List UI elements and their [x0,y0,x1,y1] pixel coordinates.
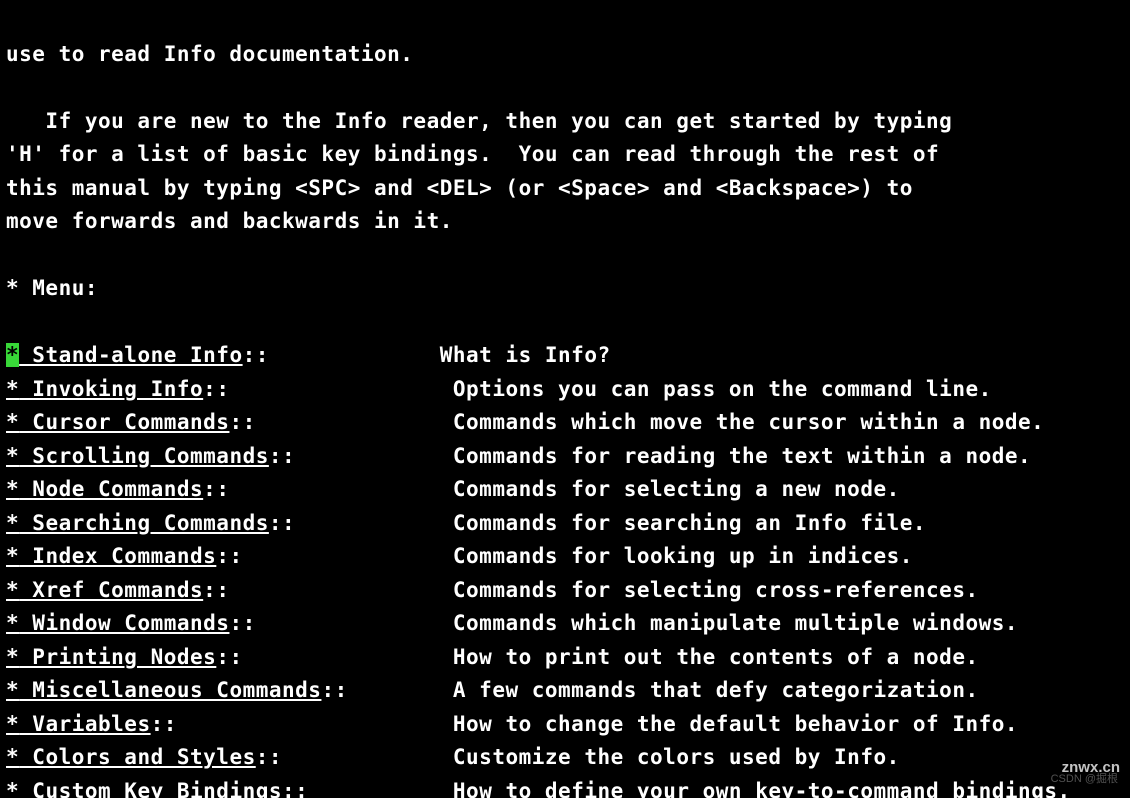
menu-item-description: Commands for selecting a new node. [453,477,900,501]
menu-item-description: Commands which manipulate multiple windo… [453,611,1018,635]
menu-bullet: * [6,678,19,702]
menu-item[interactable]: * Scrolling Commands:: Commands for read… [6,440,1124,474]
menu-item-suffix: :: [229,410,452,434]
menu-bullet: * [6,544,19,568]
menu-item[interactable]: * Printing Nodes:: How to print out the … [6,641,1124,675]
watermark-sub: CSDN @掘根 [1051,763,1118,797]
menu-item-suffix: :: [321,678,452,702]
menu-item-description: Commands for looking up in indices. [453,544,913,568]
menu-item-description: Commands for reading the text within a n… [453,444,1031,468]
menu-item-description: Commands for selecting cross-references. [453,578,979,602]
menu-item-label: Node Commands [19,477,203,501]
menu-item-description: Commands for searching an Info file. [453,511,926,535]
menu-item-label: Window Commands [19,611,229,635]
menu-item-label: Cursor Commands [19,410,229,434]
menu-item-label: Custom Key Bindings [19,779,282,798]
menu-bullet: * [6,444,19,468]
menu-item-description: Options you can pass on the command line… [453,377,992,401]
menu-item-suffix: :: [269,511,453,535]
menu-bullet: * [6,410,19,434]
menu-item[interactable]: * Node Commands:: Commands for selecting… [6,473,1124,507]
menu-item-suffix: :: [243,343,440,367]
menu-item[interactable]: * Colors and Styles:: Customize the colo… [6,741,1124,775]
menu-item-suffix: :: [229,611,452,635]
menu-item[interactable]: * Cursor Commands:: Commands which move … [6,406,1124,440]
menu-item[interactable]: * Custom Key Bindings:: How to define yo… [6,775,1124,798]
menu-item-description: Commands which move the cursor within a … [453,410,1044,434]
menu-item-label: Invoking Info [19,377,203,401]
menu-item-suffix: :: [203,377,453,401]
menu-item-label: Xref Commands [19,578,203,602]
menu-item-description: What is Info? [440,343,611,367]
menu-bullet: * [6,745,19,769]
menu-list: * Stand-alone Info:: What is Info?* Invo… [6,339,1124,798]
menu-item-label: Colors and Styles [19,745,256,769]
menu-item-label: Index Commands [19,544,216,568]
menu-item-suffix: :: [216,544,453,568]
menu-item[interactable]: * Index Commands:: Commands for looking … [6,540,1124,574]
menu-item[interactable]: * Miscellaneous Commands:: A few command… [6,674,1124,708]
menu-item-suffix: :: [216,645,453,669]
menu-item-label: Printing Nodes [19,645,216,669]
menu-item-label: Variables [19,712,150,736]
menu-item[interactable]: * Variables:: How to change the default … [6,708,1124,742]
menu-item-label: Searching Commands [19,511,269,535]
menu-bullet: * [6,779,19,798]
menu-item-suffix: :: [269,444,453,468]
menu-item-description: How to define your own key-to-command bi… [453,779,1071,798]
menu-bullet: * [6,712,19,736]
menu-bullet: * [6,477,19,501]
menu-item-description: Customize the colors used by Info. [453,745,900,769]
menu-item[interactable]: * Stand-alone Info:: What is Info? [6,339,1124,373]
intro-line-3: If you are new to the Info reader, then … [6,109,952,133]
menu-item-label: Stand-alone Info [19,343,242,367]
menu-bullet: * [6,511,19,535]
menu-bullet: * [6,377,19,401]
menu-item[interactable]: * Invoking Info:: Options you can pass o… [6,373,1124,407]
menu-bullet: * [6,611,19,635]
menu-item-description: How to print out the contents of a node. [453,645,979,669]
menu-bullet: * [6,645,19,669]
menu-bullet: * [6,578,19,602]
menu-item-description: A few commands that defy categorization. [453,678,979,702]
menu-item-label: Miscellaneous Commands [19,678,321,702]
menu-item-suffix: :: [203,477,453,501]
menu-item[interactable]: * Window Commands:: Commands which manip… [6,607,1124,641]
menu-item[interactable]: * Searching Commands:: Commands for sear… [6,507,1124,541]
intro-line-4: 'H' for a list of basic key bindings. Yo… [6,142,939,166]
menu-bullet: * [6,343,19,367]
intro-line-1: use to read Info documentation. [6,42,413,66]
menu-item-label: Scrolling Commands [19,444,269,468]
menu-header: * Menu: [6,276,98,300]
info-screen: use to read Info documentation. If you a… [0,0,1130,798]
menu-item-suffix: :: [256,745,453,769]
intro-line-5: this manual by typing <SPC> and <DEL> (o… [6,176,913,200]
menu-item-suffix: :: [151,712,453,736]
menu-item-suffix: :: [203,578,453,602]
menu-item-description: How to change the default behavior of In… [453,712,1018,736]
menu-item[interactable]: * Xref Commands:: Commands for selecting… [6,574,1124,608]
intro-line-6: move forwards and backwards in it. [6,209,453,233]
menu-item-suffix: :: [282,779,453,798]
